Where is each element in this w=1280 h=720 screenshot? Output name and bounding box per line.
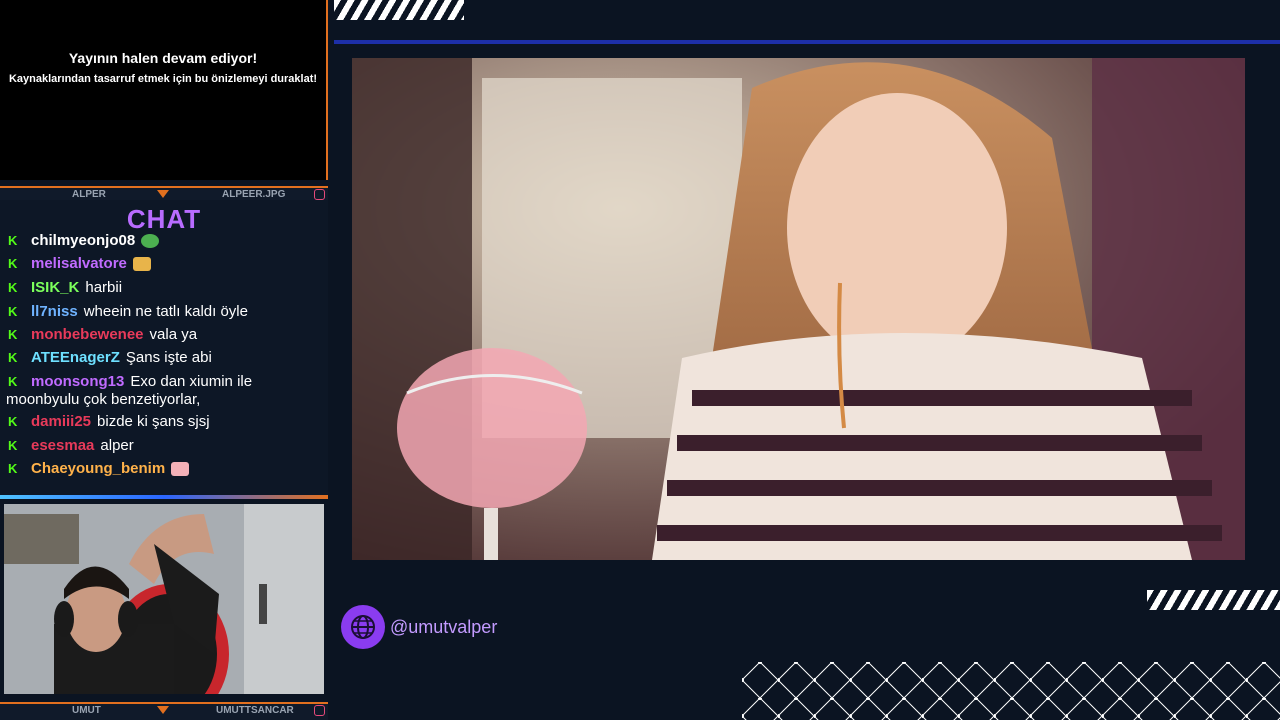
emote-icon: [141, 234, 160, 249]
kick-icon: K: [8, 414, 18, 429]
diamond-pattern: [742, 662, 1280, 720]
chat-username: ATEEnagerZ: [31, 349, 120, 366]
chat-message: Kmoonsong13 Exo dan xiumin ile moonbyulu …: [6, 373, 324, 409]
header-stripes: [334, 0, 464, 20]
chat-message: Kll7niss wheein ne tatlı kaldı öyle: [8, 303, 324, 321]
kick-icon: K: [8, 461, 18, 476]
main-video[interactable]: [352, 58, 1245, 560]
preview-notice-text: Kaynaklarından tasarruf etmek için bu ön…: [8, 73, 318, 85]
chat-text: bizde ki şans sjsj: [97, 413, 210, 430]
instagram-icon: [314, 189, 325, 200]
kick-icon: K: [8, 280, 18, 295]
kick-icon: K: [8, 438, 18, 453]
kick-icon: K: [8, 256, 18, 271]
chat-message: K ISIK_K harbii: [8, 279, 324, 297]
footer-stripes: [1147, 590, 1280, 610]
kick-icon: K: [8, 327, 18, 342]
triangle-icon: [157, 706, 169, 714]
emote-icon: [132, 257, 151, 272]
social-handle: @umutvalper: [390, 617, 498, 637]
chat-message: Kmelisalvatore: [8, 255, 324, 273]
chat-username: ISIK_K: [31, 279, 80, 296]
top-namebar-right: ALPEER.JPG: [222, 189, 286, 200]
bottom-namebar: UMUT UMUTTSANCAR: [0, 702, 328, 720]
chat-title: CHAT: [126, 204, 202, 234]
bottom-namebar-right: UMUTTSANCAR: [216, 705, 294, 716]
video-frame-illustration: [352, 58, 1245, 560]
chat-divider: [0, 495, 328, 499]
globe-icon: [341, 605, 385, 649]
webcam-illustration: [4, 504, 324, 694]
triangle-icon: [157, 190, 169, 198]
preview-notice-title: Yayının halen devam ediyor!: [68, 50, 258, 66]
chat-username: melisalvatore: [31, 255, 127, 272]
chat-message: K ATEEnagerZ Şans işte abi: [8, 349, 324, 367]
chat-text: harbii: [85, 279, 123, 296]
emote-icon: [171, 462, 190, 477]
chat-message: K Chaeyoung_benim: [8, 460, 324, 478]
chat-panel: CHAT Kchilmyeonjo08 Kmelisalvatore K ISIK…: [0, 200, 328, 498]
chat-text: alper: [100, 437, 134, 454]
stream-preview-panel: Yayının halen devam ediyor! Kaynaklarınd…: [0, 0, 328, 180]
chat-message: Kmonbebewenee vala ya: [8, 326, 324, 344]
chat-message: Kchilmyeonjo08: [8, 232, 324, 250]
chat-message: Kdamiii25 bizde ki şans sjsj: [8, 413, 324, 431]
top-namebar-left: ALPER: [72, 189, 106, 200]
chat-username: chilmyeonjo08: [31, 232, 136, 249]
chat-username: monbebewenee: [31, 326, 144, 343]
chat-username: moonsong13: [31, 373, 125, 390]
chat-text: Şans işte abi: [125, 349, 212, 366]
kick-icon: K: [8, 304, 18, 319]
kick-icon: K: [8, 374, 18, 389]
chat-text: wheein ne tatlı kaldı öyle: [83, 303, 248, 320]
instagram-icon: [314, 705, 325, 716]
chat-username: esesmaa: [31, 437, 95, 454]
chat-username: damiii25: [31, 413, 92, 430]
chat-username: Chaeyoung_benim: [31, 460, 166, 477]
header-divider: [334, 40, 1280, 44]
chat-text: vala ya: [149, 326, 198, 343]
kick-icon: K: [8, 233, 18, 248]
chat-message: Kesesmaa alper: [8, 437, 324, 455]
kick-icon: K: [8, 350, 18, 365]
webcam-feed: [4, 504, 324, 694]
bottom-namebar-left: UMUT: [72, 705, 101, 716]
chat-username: ll7niss: [31, 303, 78, 320]
